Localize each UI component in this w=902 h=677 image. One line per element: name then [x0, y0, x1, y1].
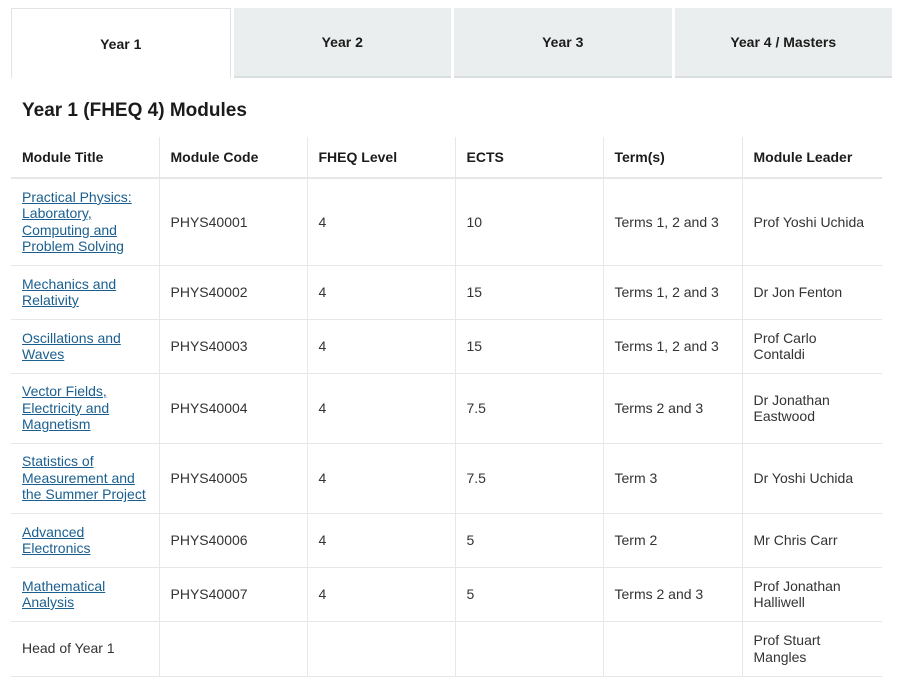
module-leader-cell: Prof Carlo Contaldi — [742, 319, 882, 374]
tab-year-3[interactable]: Year 3 — [454, 8, 672, 78]
module-code-cell: PHYS40007 — [159, 567, 308, 622]
modules-table: Module Title Module Code FHEQ Level ECTS… — [11, 137, 882, 677]
section-title: Year 1 (FHEQ 4) Modules — [22, 100, 247, 121]
fheq-level-cell: 4 — [307, 443, 456, 514]
module-code-cell: PHYS40002 — [159, 265, 308, 320]
terms-cell: Terms 2 and 3 — [603, 373, 743, 444]
terms-cell: Terms 2 and 3 — [603, 567, 743, 622]
fheq-level-cell: 4 — [307, 319, 456, 374]
module-title-cell: Vector Fields, Electricity and Magnetism — [11, 373, 160, 444]
terms-cell: Term 2 — [603, 513, 743, 568]
module-title-cell: Practical Physics: Laboratory, Computing… — [11, 178, 160, 266]
year-tabs: Year 1 Year 2 Year 3 Year 4 / Masters — [11, 8, 892, 78]
module-leader-cell: Prof Jonathan Halliwell — [742, 567, 882, 622]
table-row: Practical Physics: Laboratory, Computing… — [11, 178, 882, 266]
module-code-cell: PHYS40005 — [159, 443, 308, 514]
module-link[interactable]: Oscillations and Waves — [22, 330, 121, 363]
column-header-module-title: Module Title — [11, 137, 160, 179]
tab-year-1[interactable]: Year 1 — [11, 8, 231, 78]
module-link[interactable]: Vector Fields, Electricity and Magnetism — [22, 383, 109, 432]
tab-year-4-masters[interactable]: Year 4 / Masters — [674, 8, 892, 78]
column-header-ects: ECTS — [455, 137, 604, 179]
fheq-level-cell: 4 — [307, 178, 456, 266]
ects-cell: 7.5 — [455, 373, 604, 444]
module-title-cell: Oscillations and Waves — [11, 319, 160, 374]
terms-cell: Terms 1, 2 and 3 — [603, 265, 743, 320]
ects-cell: 7.5 — [455, 443, 604, 514]
module-leader-cell: Dr Jon Fenton — [742, 265, 882, 320]
ects-cell: 10 — [455, 178, 604, 266]
table-header-row: Module Title Module Code FHEQ Level ECTS… — [11, 137, 882, 179]
ects-cell: 15 — [455, 319, 604, 374]
terms-cell: Term 3 — [603, 443, 743, 514]
ects-cell: 5 — [455, 513, 604, 568]
table-row: Mathematical Analysis PHYS40007 4 5 Term… — [11, 567, 882, 622]
module-code-cell: PHYS40001 — [159, 178, 308, 266]
empty-cell — [603, 621, 743, 677]
terms-cell: Terms 1, 2 and 3 — [603, 319, 743, 374]
table-row: Statistics of Measurement and the Summer… — [11, 443, 882, 514]
head-of-year-row: Head of Year 1 Prof Stuart Mangles — [11, 621, 882, 677]
table-row: Vector Fields, Electricity and Magnetism… — [11, 373, 882, 444]
table-row: Mechanics and Relativity PHYS40002 4 15 … — [11, 265, 882, 320]
table-row: Advanced Electronics PHYS40006 4 5 Term … — [11, 513, 882, 568]
ects-cell: 5 — [455, 567, 604, 622]
column-header-fheq-level: FHEQ Level — [307, 137, 456, 179]
column-header-terms: Term(s) — [603, 137, 743, 179]
module-link[interactable]: Advanced Electronics — [22, 524, 90, 557]
fheq-level-cell: 4 — [307, 513, 456, 568]
module-link[interactable]: Mathematical Analysis — [22, 578, 105, 611]
module-link[interactable]: Practical Physics: Laboratory, Computing… — [22, 189, 132, 255]
column-header-module-code: Module Code — [159, 137, 308, 179]
module-leader-cell: Prof Yoshi Uchida — [742, 178, 882, 266]
module-link[interactable]: Statistics of Measurement and the Summer… — [22, 453, 146, 502]
empty-cell — [307, 621, 456, 677]
module-leader-cell: Dr Yoshi Uchida — [742, 443, 882, 514]
fheq-level-cell: 4 — [307, 265, 456, 320]
table-row: Oscillations and Waves PHYS40003 4 15 Te… — [11, 319, 882, 374]
fheq-level-cell: 4 — [307, 567, 456, 622]
module-title-cell: Mathematical Analysis — [11, 567, 160, 622]
module-title-cell: Mechanics and Relativity — [11, 265, 160, 320]
head-of-year-name: Prof Stuart Mangles — [742, 621, 882, 677]
module-title-cell: Statistics of Measurement and the Summer… — [11, 443, 160, 514]
ects-cell: 15 — [455, 265, 604, 320]
module-leader-cell: Mr Chris Carr — [742, 513, 882, 568]
tab-year-2[interactable]: Year 2 — [233, 8, 451, 78]
module-code-cell: PHYS40006 — [159, 513, 308, 568]
module-leader-cell: Dr Jonathan Eastwood — [742, 373, 882, 444]
empty-cell — [455, 621, 604, 677]
column-header-module-leader: Module Leader — [742, 137, 882, 179]
module-code-cell: PHYS40004 — [159, 373, 308, 444]
module-code-cell: PHYS40003 — [159, 319, 308, 374]
head-of-year-label: Head of Year 1 — [11, 621, 160, 677]
module-title-cell: Advanced Electronics — [11, 513, 160, 568]
terms-cell: Terms 1, 2 and 3 — [603, 178, 743, 266]
fheq-level-cell: 4 — [307, 373, 456, 444]
module-link[interactable]: Mechanics and Relativity — [22, 276, 116, 309]
empty-cell — [159, 621, 308, 677]
